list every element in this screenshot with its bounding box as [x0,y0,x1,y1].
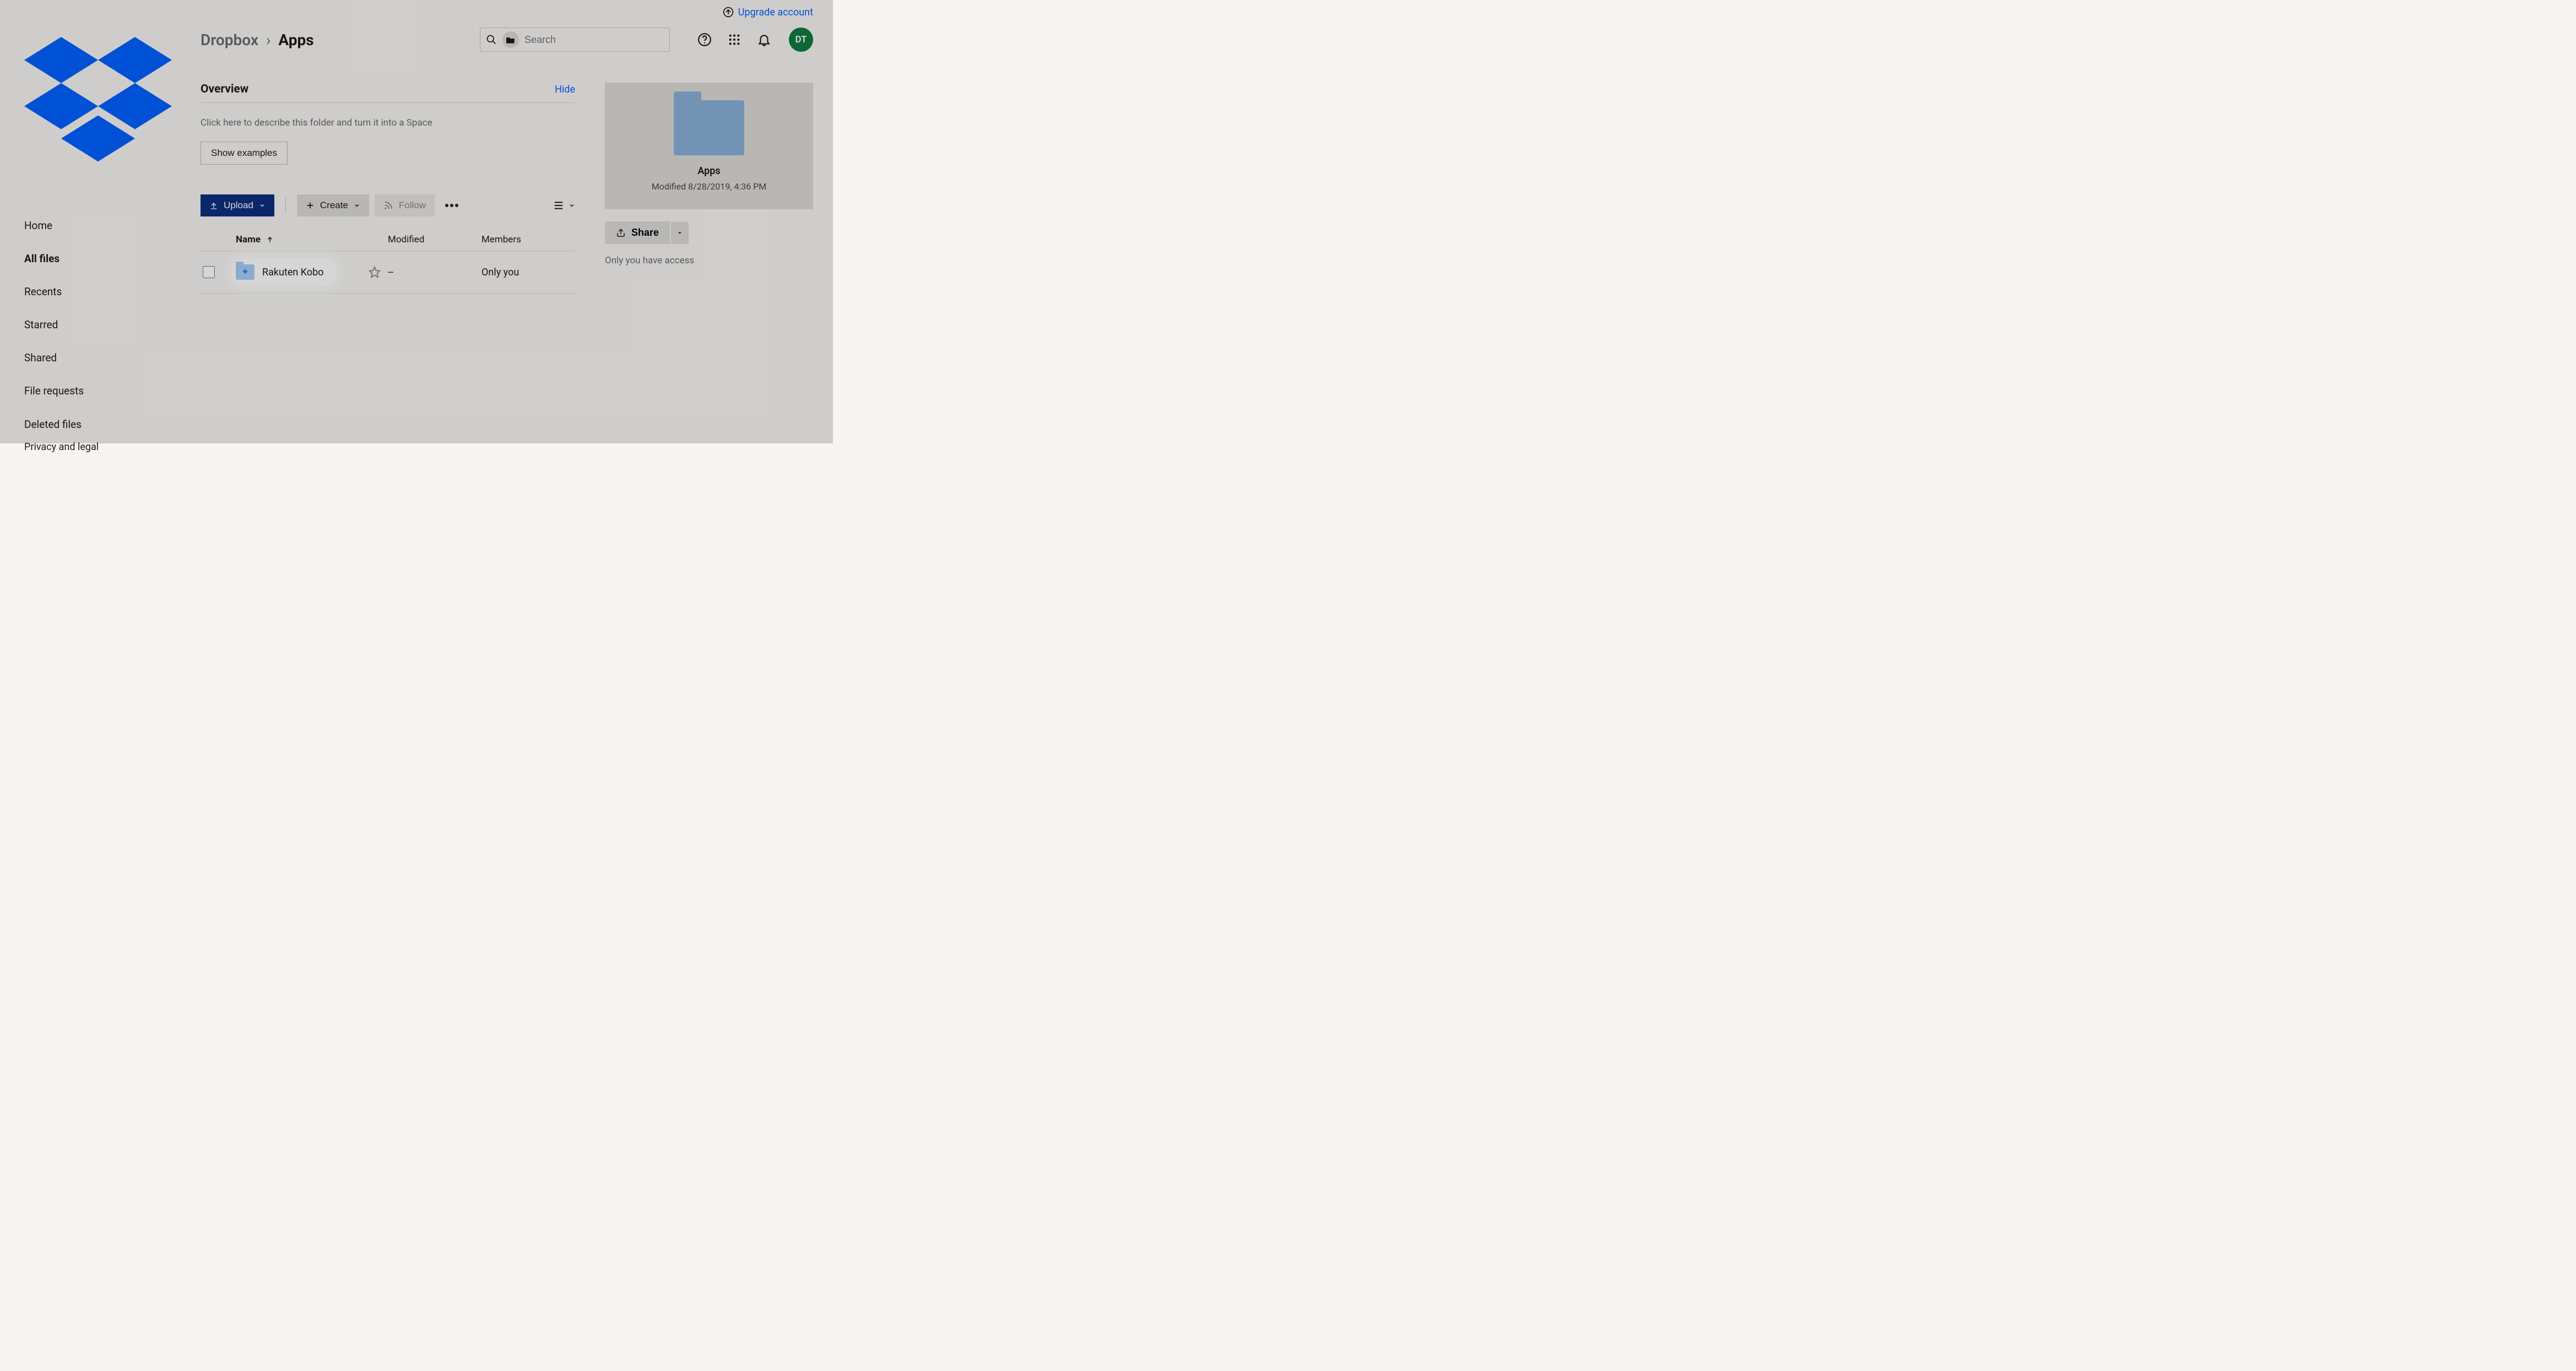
share-button[interactable]: Share [605,221,670,244]
follow-button[interactable]: Follow [375,194,435,216]
access-text: Only you have access [605,255,813,266]
search-icon [486,34,497,45]
share-label: Share [631,227,659,239]
sort-ascending-icon [266,236,274,243]
help-icon[interactable] [696,31,713,48]
privacy-legal-link[interactable]: Privacy and legal [0,441,172,466]
plus-icon [306,201,315,210]
create-label: Create [320,200,348,211]
nav-shared[interactable]: Shared [0,342,172,375]
show-examples-button[interactable]: Show examples [201,142,288,165]
star-icon[interactable] [361,266,388,278]
search-scope-folder-icon[interactable] [502,31,519,48]
toolbar-divider [285,198,286,213]
upgrade-account-link[interactable]: Upgrade account [723,7,813,18]
search-field[interactable] [480,28,670,52]
avatar[interactable]: DT [789,28,813,52]
rss-icon [383,200,393,210]
search-input[interactable] [524,34,664,46]
chevron-down-icon [569,202,575,209]
nav-all-files[interactable]: All files [0,242,172,275]
row-members: Only you [481,267,575,278]
upgrade-icon [723,7,734,18]
nav-starred[interactable]: Starred [0,308,172,342]
apps-grid-icon[interactable] [726,31,743,48]
upload-icon [209,201,218,210]
breadcrumb: Dropbox › Apps [201,31,314,49]
sidebar: Home All files Recents Starred Shared Fi… [0,0,172,443]
preview-title: Apps [697,165,720,177]
dropbox-logo-icon [24,23,172,171]
nav-file-requests[interactable]: File requests [0,375,172,408]
main-content: Upgrade account Dropbox › Apps [172,0,835,443]
share-icon [616,228,626,238]
row-name[interactable]: Rakuten Kobo [262,267,323,278]
nav-recents[interactable]: Recents [0,275,172,308]
folder-preview-card: Apps Modified 8/28/2019, 4:36 PM [605,83,813,209]
notifications-icon[interactable] [756,31,772,48]
column-name-header[interactable]: Name [227,234,388,245]
chevron-down-icon [259,202,266,209]
chevron-down-icon [354,202,360,209]
create-button[interactable]: Create [297,194,369,216]
list-view-icon [553,201,564,210]
table-row[interactable]: Rakuten Kobo -- Only you [201,251,575,294]
follow-label: Follow [399,200,426,211]
breadcrumb-separator-icon: › [266,31,270,49]
overview-description[interactable]: Click here to describe this folder and t… [201,117,575,128]
column-modified-header[interactable]: Modified [388,234,481,245]
hide-overview-link[interactable]: Hide [555,84,575,95]
upload-button[interactable]: Upload [201,194,274,216]
more-options-icon[interactable] [443,197,460,214]
view-toggle[interactable] [553,201,575,210]
share-dropdown[interactable] [671,222,689,244]
upload-label: Upload [224,200,253,211]
upgrade-account-label: Upgrade account [738,7,813,18]
nav-deleted-files[interactable]: Deleted files [0,408,172,441]
breadcrumb-current: Apps [278,31,313,49]
preview-modified: Modified 8/28/2019, 4:36 PM [652,181,767,192]
overview-heading: Overview [201,83,248,96]
folder-large-icon [674,100,744,155]
column-members-header[interactable]: Members [481,234,575,245]
nav-home[interactable]: Home [0,209,172,242]
breadcrumb-root[interactable]: Dropbox [201,31,258,49]
row-modified: -- [388,267,481,278]
row-checkbox[interactable] [201,266,227,278]
app-folder-icon [236,264,255,280]
